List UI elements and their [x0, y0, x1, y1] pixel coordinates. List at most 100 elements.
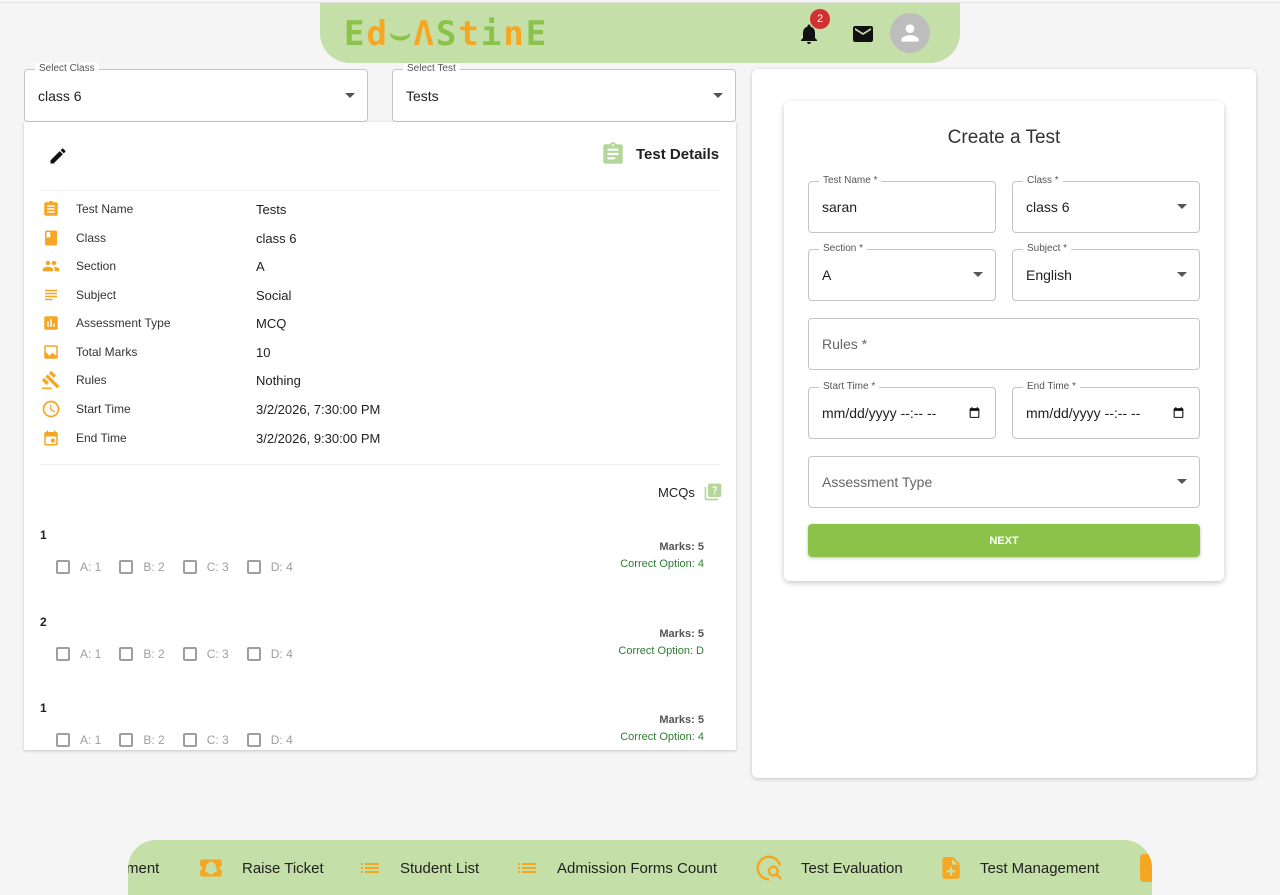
- rules-field[interactable]: Rules *: [808, 318, 1200, 370]
- logo[interactable]: Ed⌣ΛStinE: [344, 15, 548, 53]
- nav-item-partial-icon[interactable]: [1140, 854, 1152, 882]
- detail-row-class: Class class 6: [40, 227, 296, 249]
- select-class-dropdown[interactable]: Select Class class 6: [24, 63, 368, 122]
- nav-item-test-evaluation[interactable]: Test Evaluation: [753, 853, 903, 883]
- checkbox[interactable]: [182, 647, 197, 661]
- list-icon: [361, 863, 379, 873]
- checkbox[interactable]: [56, 647, 70, 661]
- option-c[interactable]: C: 3: [182, 560, 229, 574]
- end-time-value: mm/dd/yyyy --:-- --: [1026, 405, 1141, 421]
- test-name-value: saran: [822, 199, 858, 215]
- checkbox[interactable]: [119, 733, 134, 747]
- divider: [40, 464, 720, 465]
- book-icon: [40, 227, 62, 249]
- detail-value: Tests: [256, 201, 287, 217]
- detail-key: Subject: [76, 288, 117, 302]
- checkbox[interactable]: [119, 560, 134, 574]
- test-name-field[interactable]: Test Name * saran: [808, 175, 996, 233]
- option-label: C: 3: [206, 733, 229, 747]
- question-number: 1: [40, 701, 47, 715]
- checkbox[interactable]: [56, 733, 70, 747]
- people-icon: [40, 255, 62, 277]
- option-b[interactable]: B: 2: [119, 647, 165, 661]
- option-b[interactable]: B: 2: [119, 733, 165, 747]
- calendar-icon[interactable]: [968, 406, 981, 419]
- next-button[interactable]: NEXT: [808, 524, 1200, 557]
- checkbox[interactable]: [246, 647, 261, 661]
- class-select[interactable]: Class * class 6: [1012, 175, 1200, 233]
- avatar[interactable]: [890, 13, 930, 53]
- nav-item-label: Test Management: [980, 859, 1100, 877]
- section-label: Section *: [819, 243, 868, 255]
- notifications-button[interactable]: 2: [794, 9, 830, 49]
- class-label: Class *: [1023, 175, 1063, 187]
- nav-item-admission-forms-count[interactable]: Admission Forms Count: [513, 853, 717, 883]
- detail-key: Rules: [76, 373, 107, 387]
- checkbox[interactable]: [182, 560, 197, 574]
- question-marks: Marks: 5: [659, 628, 704, 640]
- nav-item-raise-ticket[interactable]: Raise Ticket: [196, 853, 324, 883]
- detail-key: Section: [76, 259, 117, 273]
- option-a[interactable]: A: 1: [56, 560, 101, 574]
- options-group: A: 1 B: 2 C: 3 D: 4: [56, 733, 293, 747]
- assessment-type-placeholder: Assessment Type: [822, 474, 933, 490]
- detail-row-rules: Rules Nothing: [40, 369, 301, 391]
- select-class-label: Select Class: [35, 63, 99, 75]
- checkbox[interactable]: [182, 733, 197, 747]
- chevron-down-icon: [345, 92, 355, 98]
- nav-item-label: Test Evaluation: [801, 859, 903, 877]
- option-label: A: 1: [80, 560, 102, 574]
- nav-item-partial[interactable]: ment: [128, 853, 159, 883]
- checkbox[interactable]: [119, 647, 134, 661]
- question-marks: Marks: 5: [659, 714, 704, 726]
- section-select[interactable]: Section * A: [808, 243, 996, 301]
- option-label: B: 2: [143, 647, 165, 661]
- nav-item-student-list[interactable]: Student List: [356, 853, 479, 883]
- option-a[interactable]: A: 1: [56, 733, 101, 747]
- select-test-dropdown[interactable]: Select Test Tests: [392, 63, 736, 122]
- question-number: 1: [40, 528, 47, 542]
- detail-row-assessment-type: Assessment Type MCQ: [40, 312, 286, 334]
- list-icon: [518, 863, 536, 873]
- option-label: C: 3: [206, 560, 229, 574]
- checkbox[interactable]: [246, 733, 261, 747]
- correct-option: Correct Option: D: [618, 645, 704, 657]
- option-d[interactable]: D: 4: [246, 560, 293, 574]
- option-label: D: 4: [270, 733, 293, 747]
- clipboard-icon: [40, 198, 62, 220]
- option-a[interactable]: A: 1: [56, 647, 101, 661]
- option-b[interactable]: B: 2: [119, 560, 165, 574]
- select-test-label: Select Test: [403, 63, 460, 75]
- option-label: B: 2: [143, 733, 165, 747]
- calendar-icon[interactable]: [1172, 406, 1185, 419]
- option-label: B: 2: [143, 560, 165, 574]
- option-d[interactable]: D: 4: [246, 733, 293, 747]
- detail-key: Assessment Type: [76, 316, 171, 330]
- mcqs-header: MCQs: [658, 482, 723, 502]
- search-pulse-icon: [756, 855, 783, 881]
- assessment-type-select[interactable]: Assessment Type: [808, 456, 1200, 508]
- end-time-field[interactable]: End Time * mm/dd/yyyy --:-- --: [1012, 381, 1200, 439]
- test-details-title: Test Details: [600, 140, 719, 168]
- select-test-value: Tests: [406, 87, 439, 104]
- marks-icon: [40, 341, 62, 363]
- nav-item-test-management[interactable]: Test Management: [938, 853, 1099, 883]
- option-c[interactable]: C: 3: [182, 733, 229, 747]
- checkbox[interactable]: [246, 560, 261, 574]
- edit-button[interactable]: [48, 146, 68, 171]
- start-time-label: Start Time *: [819, 381, 880, 393]
- checkbox[interactable]: [56, 560, 70, 574]
- subject-label: Subject *: [1023, 243, 1072, 255]
- test-details-card: Test Details Test Name Tests Class class…: [24, 122, 736, 750]
- detail-row-section: Section A: [40, 255, 265, 277]
- detail-key: Test Name: [76, 202, 134, 216]
- messages-button[interactable]: [848, 19, 878, 49]
- option-label: D: 4: [270, 560, 293, 574]
- question-item: 1 A: 1 B: 2 C: 3 D: 4 Marks: 5 Correct O…: [40, 528, 720, 598]
- question-marks: Marks: 5: [659, 541, 704, 553]
- chevron-down-icon: [713, 92, 723, 98]
- subject-select[interactable]: Subject * English: [1012, 243, 1200, 301]
- option-d[interactable]: D: 4: [246, 647, 293, 661]
- option-c[interactable]: C: 3: [182, 647, 229, 661]
- start-time-field[interactable]: Start Time * mm/dd/yyyy --:-- --: [808, 381, 996, 439]
